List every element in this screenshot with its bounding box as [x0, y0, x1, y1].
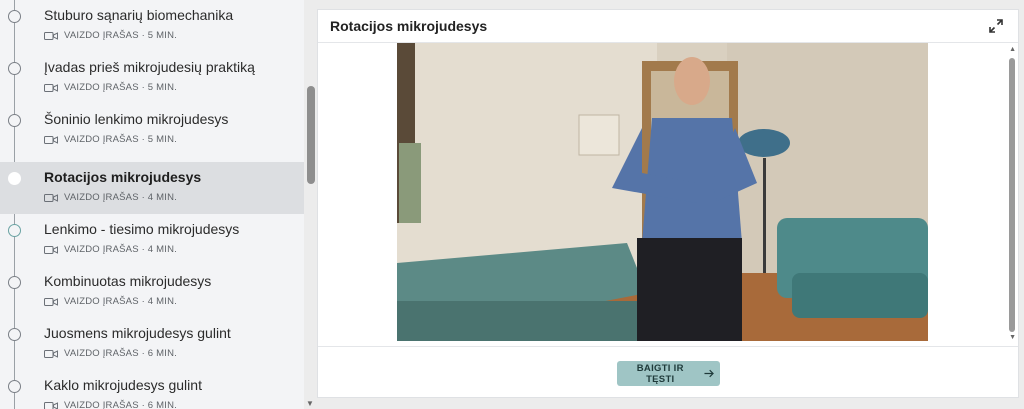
video-camera-icon	[44, 193, 58, 202]
status-circle-icon	[8, 276, 21, 289]
lesson-meta-text: VAIZDO ĮRAŠAS · 6 MIN.	[64, 400, 177, 409]
lesson-meta-text: VAIZDO ĮRAŠAS · 5 MIN.	[64, 134, 177, 145]
status-circle-icon	[8, 380, 21, 393]
content-scrollbar-thumb[interactable]	[1009, 58, 1015, 332]
sidebar-scrollbar-thumb[interactable]	[307, 86, 315, 184]
panel-header: Rotacijos mikrojudesys	[318, 10, 1018, 43]
arrow-right-icon	[704, 369, 714, 378]
lesson-content-panel: Rotacijos mikrojudesys ▲ ▼ BAIGTI IR TĘS…	[317, 9, 1019, 398]
lesson-item[interactable]: Kaklo mikrojudesys gulint VAIZDO ĮRAŠAS …	[0, 370, 304, 409]
panel-footer: BAIGTI IR TĘSTI	[318, 346, 1018, 399]
lesson-item[interactable]: Lenkimo - tiesimo mikrojudesys VAIZDO ĮR…	[0, 214, 304, 266]
lesson-meta: VAIZDO ĮRAŠAS · 6 MIN.	[44, 400, 177, 409]
lesson-meta: VAIZDO ĮRAŠAS · 4 MIN.	[44, 192, 177, 203]
expand-icon[interactable]	[988, 18, 1004, 34]
lesson-meta-text: VAIZDO ĮRAŠAS · 5 MIN.	[64, 82, 177, 93]
status-circle-icon	[8, 114, 21, 127]
status-circle-icon	[8, 172, 21, 185]
video-camera-icon	[44, 401, 58, 409]
finish-and-continue-button[interactable]: BAIGTI IR TĘSTI	[617, 361, 720, 386]
lesson-item[interactable]: Šoninio lenkimo mikrojudesys VAIZDO ĮRAŠ…	[0, 104, 304, 156]
lesson-meta: VAIZDO ĮRAŠAS · 6 MIN.	[44, 348, 177, 359]
lesson-title: Stuburo sąnarių biomechanika	[44, 7, 234, 23]
status-circle-icon	[8, 224, 21, 237]
lesson-title: Kombinuotas mikrojudesys	[44, 273, 212, 289]
lesson-title: Kaklo mikrojudesys gulint	[44, 377, 202, 393]
lesson-title: Lenkimo - tiesimo mikrojudesys	[44, 221, 240, 237]
lesson-item[interactable]: Įvadas prieš mikrojudesių praktiką VAIZD…	[0, 52, 304, 104]
lesson-meta: VAIZDO ĮRAŠAS · 5 MIN.	[44, 134, 177, 145]
lesson-heading: Rotacijos mikrojudesys	[330, 18, 488, 34]
lesson-title: Šoninio lenkimo mikrojudesys	[44, 111, 229, 127]
lesson-meta: VAIZDO ĮRAŠAS · 4 MIN.	[44, 296, 177, 307]
status-circle-icon	[8, 328, 21, 341]
lesson-item[interactable]: Juosmens mikrojudesys gulint VAIZDO ĮRAŠ…	[0, 318, 304, 370]
lesson-item-active[interactable]: Rotacijos mikrojudesys VAIZDO ĮRAŠAS · 4…	[0, 162, 304, 214]
lesson-meta-text: VAIZDO ĮRAŠAS · 6 MIN.	[64, 348, 177, 359]
lesson-meta: VAIZDO ĮRAŠAS · 4 MIN.	[44, 244, 177, 255]
lesson-meta-text: VAIZDO ĮRAŠAS · 4 MIN.	[64, 192, 177, 203]
video-camera-icon	[44, 349, 58, 358]
status-circle-icon	[8, 62, 21, 75]
lesson-title: Juosmens mikrojudesys gulint	[44, 325, 231, 341]
lesson-item[interactable]: Stuburo sąnarių biomechanika VAIZDO ĮRAŠ…	[0, 0, 304, 52]
video-camera-icon	[44, 297, 58, 306]
video-player[interactable]	[397, 43, 928, 341]
scroll-down-arrow-icon[interactable]: ▼	[306, 399, 314, 408]
video-camera-icon	[44, 135, 58, 144]
scroll-up-arrow-icon[interactable]: ▲	[1009, 46, 1016, 53]
status-circle-icon	[8, 10, 21, 23]
lesson-meta: VAIZDO ĮRAŠAS · 5 MIN.	[44, 82, 177, 93]
video-camera-icon	[44, 31, 58, 40]
lesson-sidebar: Stuburo sąnarių biomechanika VAIZDO ĮRAŠ…	[0, 0, 304, 409]
video-camera-icon	[44, 83, 58, 92]
finish-and-continue-label: BAIGTI IR TĘSTI	[636, 362, 684, 385]
lesson-item[interactable]: Kombinuotas mikrojudesys VAIZDO ĮRAŠAS ·…	[0, 266, 304, 318]
video-camera-icon	[44, 245, 58, 254]
lesson-meta-text: VAIZDO ĮRAŠAS · 4 MIN.	[64, 296, 177, 307]
lesson-meta-text: VAIZDO ĮRAŠAS · 4 MIN.	[64, 244, 177, 255]
scroll-down-arrow-icon[interactable]: ▼	[1009, 334, 1016, 341]
lesson-meta-text: VAIZDO ĮRAŠAS · 5 MIN.	[64, 30, 177, 41]
sidebar-scrollbar-track[interactable]	[304, 0, 318, 409]
lesson-meta: VAIZDO ĮRAŠAS · 5 MIN.	[44, 30, 177, 41]
lesson-title: Įvadas prieš mikrojudesių praktiką	[44, 59, 255, 75]
lesson-title: Rotacijos mikrojudesys	[44, 169, 202, 185]
